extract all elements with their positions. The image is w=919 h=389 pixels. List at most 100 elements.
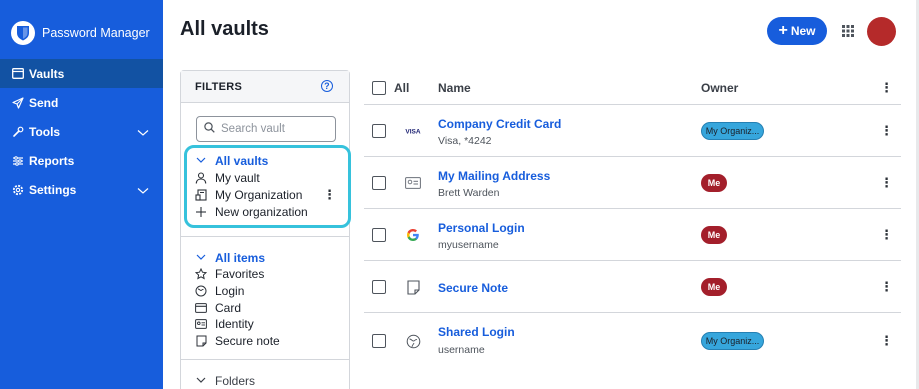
nav-label: Reports: [29, 153, 75, 168]
row-checkbox[interactable]: [372, 124, 386, 138]
help-icon[interactable]: ?: [321, 80, 333, 92]
user-icon: [195, 171, 207, 184]
filter-my-vault[interactable]: My vault: [195, 169, 260, 186]
table-header: All Name Owner ⋮: [364, 70, 901, 105]
column-all: All: [394, 81, 410, 95]
page-title: All vaults: [180, 18, 269, 40]
id-card-icon: [405, 175, 421, 191]
organization-options-icon[interactable]: ⋮: [323, 187, 336, 203]
credit-card-icon: [195, 302, 207, 314]
filter-secure-note[interactable]: Secure note: [195, 332, 280, 349]
table-row[interactable]: My Mailing Address Brett Warden Me ⋮: [364, 157, 901, 209]
filter-my-organization[interactable]: My Organization: [195, 186, 302, 203]
item-subtitle: Visa, *4242: [438, 135, 492, 147]
filter-label: Folders: [215, 373, 256, 388]
filter-favorites[interactable]: Favorites: [195, 265, 264, 282]
filter-new-organization[interactable]: New organization: [195, 203, 308, 220]
filters-panel: FILTERS ? All vaults My vault My Organiz…: [180, 70, 351, 389]
owner-badge: Me: [701, 278, 727, 296]
item-subtitle: username: [438, 344, 485, 356]
owner-badge: My Organiz...: [701, 332, 764, 350]
app-switcher-icon[interactable]: [841, 24, 855, 38]
row-checkbox[interactable]: [372, 334, 386, 348]
sidebar: Password Manager Vaults Send Tools Repor…: [0, 0, 163, 389]
filters-header: FILTERS ?: [181, 71, 349, 103]
row-checkbox[interactable]: [372, 176, 386, 190]
filter-label: Favorites: [215, 266, 265, 281]
search-field[interactable]: [196, 116, 336, 142]
reports-icon: [12, 155, 24, 167]
row-options-icon[interactable]: ⋮: [880, 176, 893, 189]
sidebar-nav: Vaults Send Tools Reports Settings: [0, 59, 163, 204]
column-name[interactable]: Name: [438, 81, 471, 95]
filter-card[interactable]: Card: [195, 299, 241, 316]
nav-label: Tools: [29, 124, 61, 139]
svg-text:VISA: VISA: [405, 129, 420, 136]
nav-item-vaults[interactable]: Vaults: [0, 59, 163, 88]
search-input[interactable]: [221, 123, 331, 135]
row-options-icon[interactable]: ⋮: [880, 280, 893, 293]
filter-identity[interactable]: Identity: [195, 315, 254, 332]
chevron-down-icon: [195, 254, 207, 261]
item-subtitle: myusername: [438, 239, 499, 251]
divider: [181, 236, 349, 237]
google-icon: [405, 227, 421, 243]
column-owner[interactable]: Owner: [701, 81, 738, 95]
owner-badge: Me: [701, 174, 727, 192]
item-name-link[interactable]: Company Credit Card: [438, 117, 561, 131]
note-icon: [195, 335, 207, 347]
nav-item-send[interactable]: Send: [0, 88, 163, 117]
row-options-icon[interactable]: ⋮: [880, 228, 893, 241]
table-row[interactable]: Secure Note Me ⋮: [364, 261, 901, 313]
vault-items-table: All Name Owner ⋮ VISA Company Credit Car…: [364, 70, 901, 356]
search-icon: [204, 122, 215, 136]
filter-login[interactable]: Login: [195, 282, 244, 299]
filter-label: All vaults: [215, 153, 269, 168]
table-row[interactable]: Personal Login myusername Me ⋮: [364, 209, 901, 261]
item-name-link[interactable]: Personal Login: [438, 221, 525, 235]
filter-label: Identity: [215, 316, 254, 331]
filter-all-vaults[interactable]: All vaults: [195, 152, 268, 169]
filter-folders[interactable]: Folders: [195, 372, 255, 389]
table-row[interactable]: Shared Login username My Organiz... ⋮: [364, 313, 901, 368]
row-options-icon[interactable]: ⋮: [880, 124, 893, 137]
item-name-link[interactable]: Shared Login: [438, 325, 515, 339]
filter-label: Secure note: [215, 333, 280, 348]
filter-label: My Organization: [215, 187, 303, 202]
row-checkbox[interactable]: [372, 228, 386, 242]
nav-label: Settings: [29, 182, 77, 197]
nav-item-tools[interactable]: Tools: [0, 117, 163, 146]
item-name-link[interactable]: My Mailing Address: [438, 169, 550, 183]
row-checkbox[interactable]: [372, 280, 386, 294]
filter-all-items[interactable]: All items: [195, 249, 265, 266]
table-row[interactable]: VISA Company Credit Card Visa, *4242 My …: [364, 105, 901, 157]
owner-badge: Me: [701, 226, 727, 244]
table-options-icon[interactable]: ⋮: [880, 81, 893, 94]
send-icon: [12, 96, 24, 109]
chevron-down-icon: [195, 157, 207, 164]
item-subtitle: Brett Warden: [438, 187, 500, 199]
owner-badge: My Organiz...: [701, 122, 764, 140]
tools-icon: [12, 126, 24, 138]
shield-logo-icon: [11, 21, 35, 45]
filter-label: Card: [215, 300, 242, 315]
filter-label: My vault: [215, 170, 260, 185]
new-button-label: New: [790, 24, 816, 38]
nav-item-settings[interactable]: Settings: [0, 175, 163, 204]
globe-icon: [195, 285, 207, 297]
star-icon: [195, 267, 207, 280]
item-name-link[interactable]: Secure Note: [438, 281, 508, 295]
avatar[interactable]: [867, 17, 896, 46]
brand[interactable]: Password Manager: [11, 20, 150, 46]
nav-label: Vaults: [29, 66, 65, 81]
id-card-icon: [195, 318, 207, 330]
plus-icon: [195, 206, 207, 218]
select-all-checkbox[interactable]: [372, 81, 386, 95]
vault-icon: [12, 68, 24, 80]
plus-icon: +: [778, 22, 788, 39]
new-button[interactable]: + New: [767, 17, 827, 45]
organization-icon: [195, 188, 207, 201]
row-options-icon[interactable]: ⋮: [880, 334, 893, 347]
nav-item-reports[interactable]: Reports: [0, 146, 163, 175]
visa-icon: VISA: [405, 123, 421, 139]
